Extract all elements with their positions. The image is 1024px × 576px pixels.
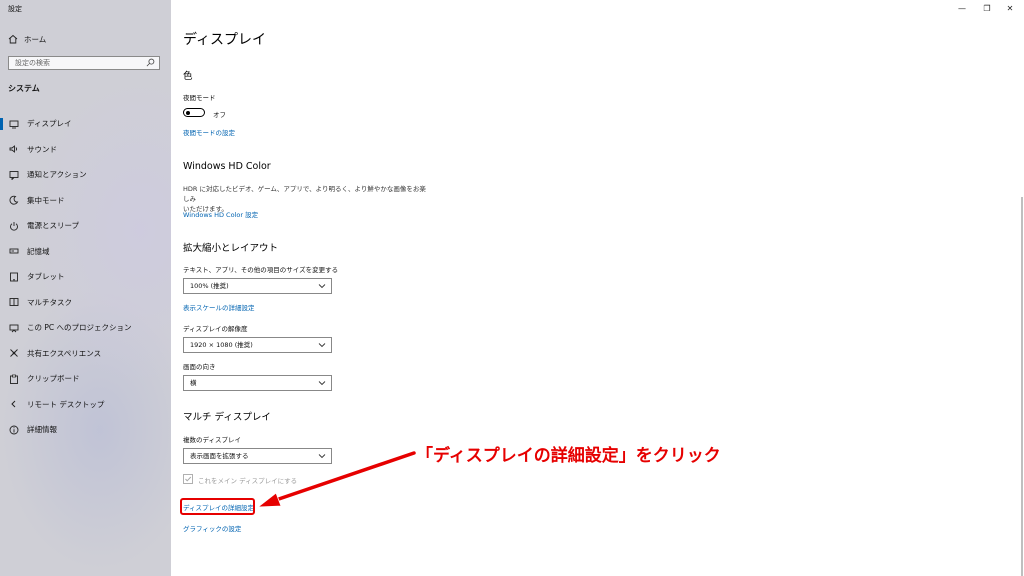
annotation-arrow — [256, 449, 418, 508]
annotation-callout-text: 「ディスプレイの詳細設定」をクリック — [416, 446, 721, 466]
